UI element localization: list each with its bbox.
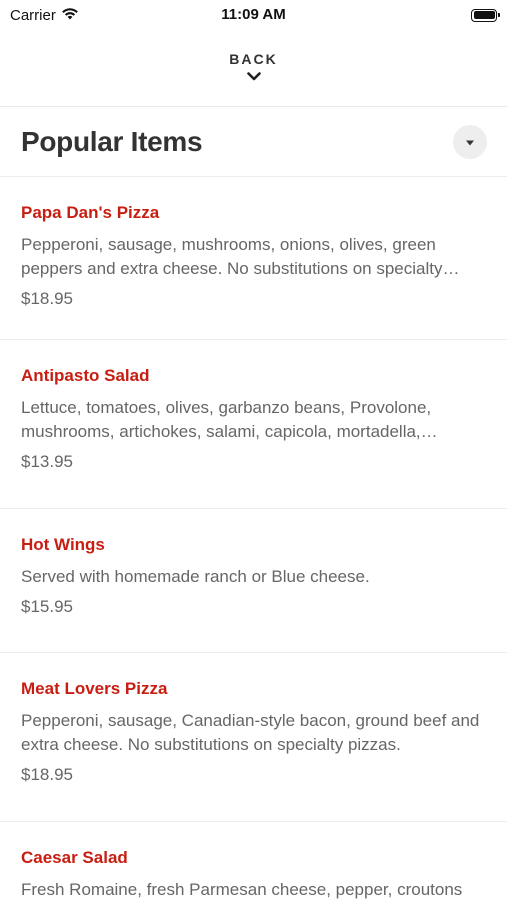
menu-item-name: Hot Wings	[21, 535, 105, 554]
menu-item-description: Pepperoni, sausage, mushrooms, onions, o…	[21, 235, 443, 278]
page-title: Popular Items	[21, 126, 203, 157]
menu-item[interactable]: Meat Lovers Pizza Pepperoni, sausage, Ca…	[0, 652, 507, 821]
status-time: 11:09 AM	[221, 6, 286, 23]
nav-divider	[0, 106, 507, 107]
screen: Carrier 11:09 AM BACK Popular Items Papa…	[0, 0, 507, 900]
back-label: BACK	[229, 51, 278, 67]
caret-down-icon	[465, 133, 475, 151]
status-bar: Carrier 11:09 AM	[0, 0, 507, 30]
section-header: Popular Items	[0, 108, 507, 176]
menu-item-description: Fresh Romaine, fresh Parmesan cheese, pe…	[21, 880, 463, 899]
menu-item-price: $18.95	[21, 765, 73, 784]
menu-item-name: Meat Lovers Pizza	[21, 679, 168, 698]
back-button[interactable]: BACK	[0, 44, 507, 104]
menu-item[interactable]: Papa Dan's Pizza Pepperoni, sausage, mus…	[0, 176, 507, 339]
menu-item-list: Papa Dan's Pizza Pepperoni, sausage, mus…	[0, 176, 507, 900]
menu-item-price: $13.95	[21, 452, 73, 471]
chevron-down-icon	[246, 68, 261, 86]
menu-item[interactable]: Hot Wings Served with homemade ranch or …	[0, 508, 507, 652]
category-dropdown-button[interactable]	[453, 125, 487, 159]
menu-item[interactable]: Antipasto Salad Lettuce, tomatoes, olive…	[0, 339, 507, 508]
menu-item-price: $15.95	[21, 597, 73, 616]
menu-item-name: Papa Dan's Pizza	[21, 203, 160, 222]
menu-item-description: Pepperoni, sausage, Canadian-style bacon…	[21, 711, 480, 754]
menu-item-name: Caesar Salad	[21, 848, 128, 867]
menu-item-description: Served with homemade ranch or Blue chees…	[21, 567, 370, 586]
menu-item-description: Lettuce, tomatoes, olives, garbanzo bean…	[21, 398, 432, 441]
menu-item-name: Antipasto Salad	[21, 366, 150, 385]
menu-item[interactable]: Caesar Salad Fresh Romaine, fresh Parmes…	[0, 821, 507, 900]
battery-icon	[471, 8, 500, 22]
menu-item-price: $18.95	[21, 289, 73, 308]
